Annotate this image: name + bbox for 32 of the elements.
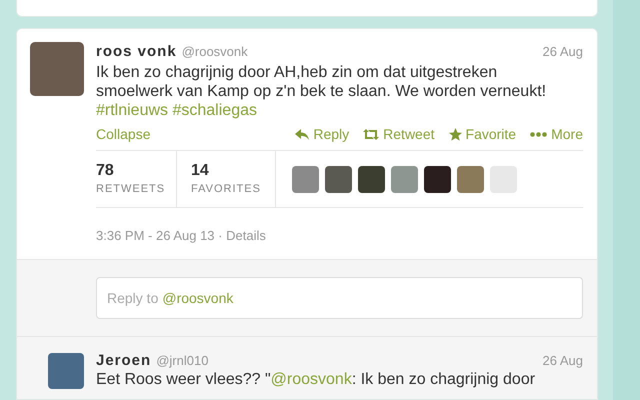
reply-arrow-icon (295, 128, 310, 140)
reply-placeholder: Reply to (107, 290, 158, 306)
tweet-date[interactable]: 26 Aug (542, 44, 583, 59)
retweeter-avatar[interactable] (358, 166, 385, 192)
mention-link[interactable]: @roosvonk (270, 371, 352, 388)
stat-count[interactable]: 78 (96, 162, 114, 180)
hashtag-link[interactable]: #rtlnieuws (96, 102, 168, 119)
reply-button[interactable]: Reply (295, 126, 350, 142)
retweeter-avatar[interactable] (424, 166, 451, 192)
user-handle[interactable]: @jrnl010 (156, 353, 208, 368)
stat-label[interactable]: RETWEETS (96, 182, 166, 196)
tweet-date[interactable]: 26 Aug (542, 353, 583, 368)
tweet-timestamp: 3:36 PM - 26 Aug 13 · (96, 228, 224, 243)
stat-label[interactable]: FAVORITES (191, 182, 261, 196)
reply-input-field[interactable]: Reply to @roosvonk (96, 277, 583, 319)
dots-icon (530, 132, 548, 136)
details-link[interactable]: Details (226, 228, 266, 243)
retweet-icon (363, 128, 380, 140)
user-handle[interactable]: @roosvonk (182, 44, 248, 59)
mention-text: @roosvonk (162, 290, 234, 306)
hashtag-link[interactable]: #schaliegas (172, 102, 257, 119)
stat-count[interactable]: 14 (191, 162, 209, 180)
tweet-text: Ik ben zo chagrijnig door AH,heb zin om dat uitgestreken smoelwerk van Kamp op z'n bek te slaan. We worden verneukt! #rtlnieuws #schaliegas (96, 63, 548, 120)
user-name[interactable]: roos vonk (96, 43, 177, 60)
star-icon (448, 128, 462, 140)
retweet-button[interactable]: Retweet (363, 126, 435, 142)
retweeter-avatar[interactable] (325, 166, 352, 192)
favorite-button[interactable]: Favorite (448, 126, 516, 142)
collapse-link[interactable]: Collapse (96, 126, 150, 142)
reply-text: Eet Roos weer vlees?? "@roosvonk: Ik ben zo chagrijnig door (96, 371, 536, 389)
user-name[interactable]: Jeroen (96, 352, 152, 369)
more-button[interactable]: More (530, 126, 583, 142)
